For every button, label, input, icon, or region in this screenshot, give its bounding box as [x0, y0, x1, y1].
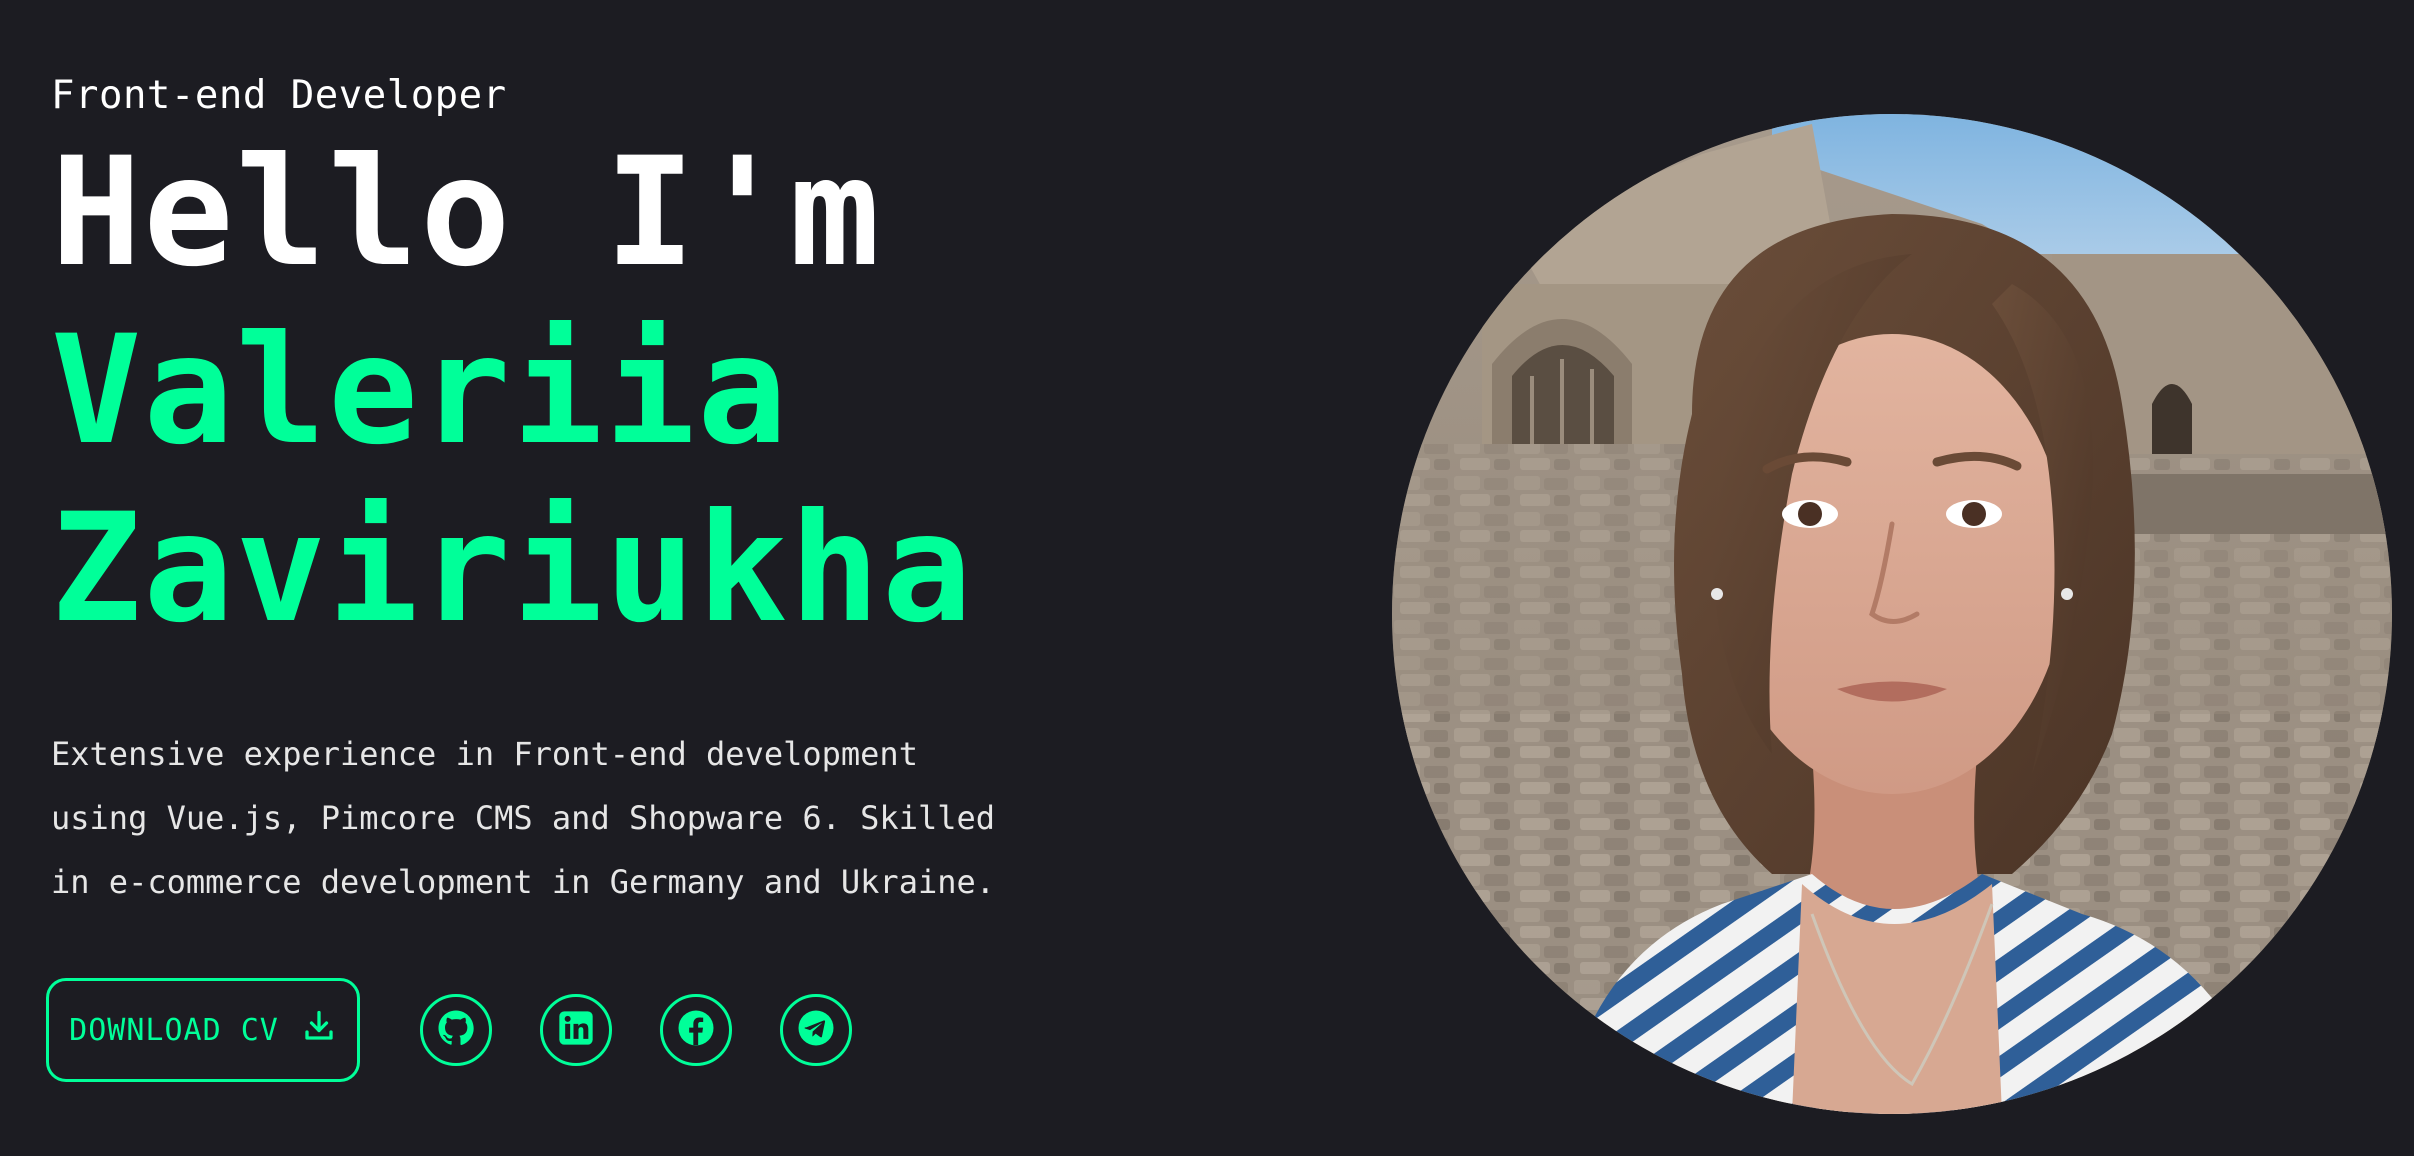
hero-actions: DOWNLOAD CV: [46, 978, 852, 1082]
github-icon: [436, 1008, 476, 1052]
greeting: Hello I'm: [51, 126, 882, 300]
facebook-icon: [676, 1008, 716, 1052]
page-title: Hello I'm Valeriia Zaviriukha: [51, 124, 1151, 658]
hero-section: Front-end Developer Hello I'm Valeriia Z…: [0, 0, 2414, 1156]
intro-line: Extensive experience in Front-end develo…: [51, 735, 918, 773]
intro-text: Extensive experience in Front-end develo…: [51, 722, 1101, 914]
name-last: Zaviriukha: [51, 482, 975, 656]
name-first: Valeriia: [51, 304, 790, 478]
github-link[interactable]: [420, 994, 492, 1066]
social-links: [420, 994, 852, 1066]
intro-line: using Vue.js, Pimcore CMS and Shopware 6…: [51, 799, 996, 837]
role-title: Front-end Developer: [51, 73, 507, 118]
profile-photo: [1392, 114, 2392, 1114]
telegram-icon: [796, 1008, 836, 1052]
linkedin-link[interactable]: [540, 994, 612, 1066]
download-cv-button[interactable]: DOWNLOAD CV: [46, 978, 360, 1082]
intro-line: in e-commerce development in Germany and…: [51, 863, 996, 901]
facebook-link[interactable]: [660, 994, 732, 1066]
download-cv-label: DOWNLOAD CV: [69, 1012, 279, 1048]
download-icon: [301, 1008, 337, 1052]
profile-photo-illustration: [1392, 114, 2392, 1114]
hero-text: Front-end Developer Hello I'm Valeriia Z…: [51, 72, 1151, 658]
linkedin-icon: [556, 1008, 596, 1052]
telegram-link[interactable]: [780, 994, 852, 1066]
